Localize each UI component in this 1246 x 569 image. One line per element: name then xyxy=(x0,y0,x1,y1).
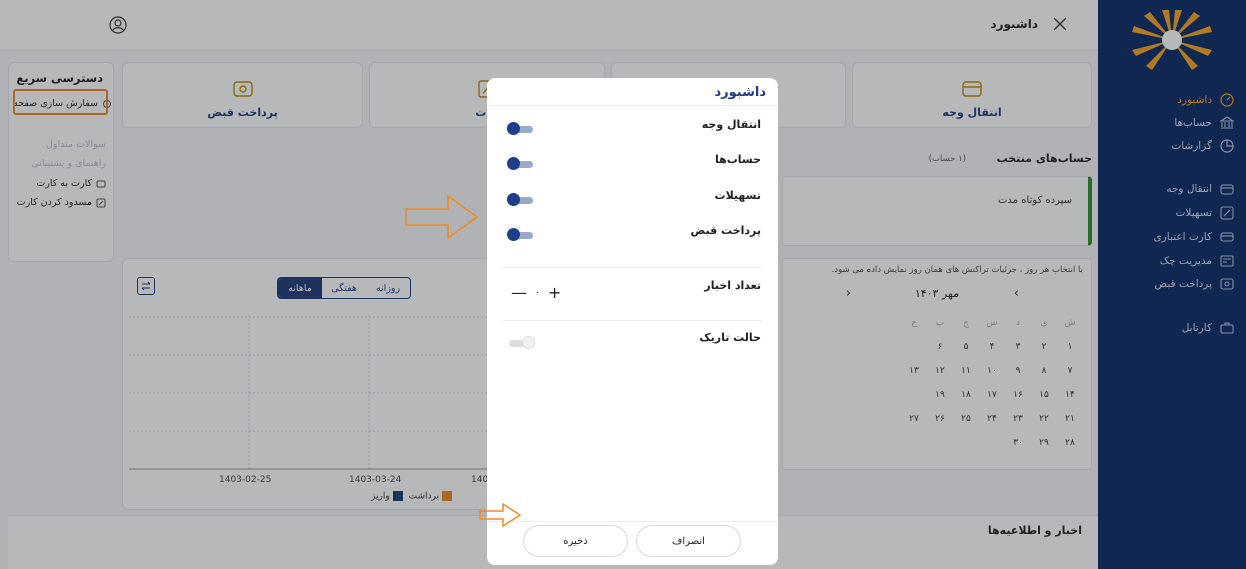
annotation-arrow-icon xyxy=(479,503,521,527)
toggle-bill[interactable] xyxy=(507,228,535,241)
news-count-label: تعداد اخبار xyxy=(704,279,761,292)
save-button[interactable]: ذخیره xyxy=(523,525,628,557)
divider xyxy=(487,521,778,522)
toggle-transfer[interactable] xyxy=(507,122,535,135)
divider xyxy=(503,267,762,268)
minus-icon[interactable]: — xyxy=(511,285,527,301)
toggle-loans[interactable] xyxy=(507,193,535,206)
toggle-dark-mode[interactable] xyxy=(507,336,535,349)
dashboard-settings-modal: داشبورد انتقال وجه حساب‌ها تسهیلات پرداخ… xyxy=(487,78,778,565)
divider xyxy=(487,105,778,106)
plus-icon[interactable]: + xyxy=(548,285,561,301)
toggle-label: تسهیلات xyxy=(714,189,761,202)
toggle-label: انتقال وجه xyxy=(701,118,761,131)
dark-mode-label: حالت تاریک xyxy=(699,331,761,344)
annotation-arrow-icon xyxy=(405,194,479,240)
toggle-accounts[interactable] xyxy=(507,157,535,170)
app: داشبورد داشبورد حساب‌ها گزارشات xyxy=(0,0,1246,569)
toggle-label: پرداخت قبض xyxy=(690,224,762,237)
news-count-value: ۰ xyxy=(535,288,540,298)
toggle-label: حساب‌ها xyxy=(714,153,761,166)
cancel-button[interactable]: انصراف xyxy=(636,525,741,557)
divider xyxy=(503,320,762,321)
news-count-stepper: — ۰ + xyxy=(511,285,561,301)
modal-title: داشبورد xyxy=(714,85,766,100)
